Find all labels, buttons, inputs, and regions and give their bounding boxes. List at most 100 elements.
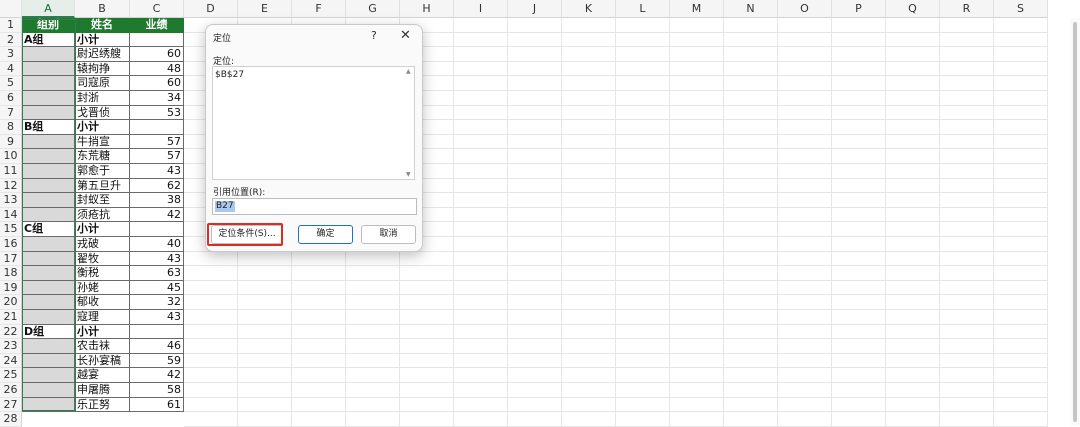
cell[interactable] [832, 47, 886, 62]
cell[interactable] [670, 368, 724, 383]
score-cell[interactable]: 48 [130, 61, 184, 77]
name-cell[interactable]: 封蚁至 [75, 193, 130, 208]
column-header-n[interactable]: N [724, 0, 778, 18]
cell[interactable] [562, 18, 616, 33]
row-header-1[interactable]: 1 [0, 18, 22, 33]
cell[interactable] [616, 339, 670, 354]
score-cell[interactable]: 34 [130, 91, 184, 106]
cell[interactable] [670, 178, 724, 194]
cell[interactable] [832, 178, 886, 194]
cell[interactable] [346, 412, 400, 427]
cell[interactable] [994, 91, 1048, 106]
cell[interactable] [616, 91, 670, 106]
row-header-5[interactable]: 5 [0, 76, 22, 91]
close-icon[interactable]: ✕ [400, 28, 411, 43]
row-header-15[interactable]: 15 [0, 222, 22, 237]
cell[interactable] [562, 193, 616, 208]
cell[interactable] [724, 222, 778, 237]
cell[interactable] [346, 339, 400, 354]
select-all-corner[interactable] [0, 0, 22, 18]
cell[interactable] [832, 353, 886, 369]
cell[interactable] [616, 368, 670, 383]
cell[interactable] [508, 353, 562, 369]
column-header-m[interactable]: M [670, 0, 724, 18]
row-header-2[interactable]: 2 [0, 32, 22, 48]
cell[interactable] [238, 412, 292, 427]
cell[interactable] [886, 280, 940, 296]
name-cell[interactable]: 长孙宴稿 [75, 353, 130, 369]
cell[interactable] [238, 324, 292, 340]
cell[interactable] [346, 397, 400, 413]
cell[interactable] [238, 310, 292, 325]
cell[interactable] [184, 280, 238, 296]
cell[interactable] [616, 310, 670, 325]
cell[interactable] [994, 164, 1048, 179]
cell[interactable] [832, 32, 886, 48]
cell[interactable] [778, 193, 832, 208]
row-header-26[interactable]: 26 [0, 383, 22, 398]
cell[interactable] [562, 368, 616, 383]
cell[interactable] [616, 397, 670, 413]
cell[interactable] [670, 397, 724, 413]
cell[interactable] [454, 91, 508, 106]
cell[interactable] [832, 120, 886, 135]
cell[interactable] [940, 324, 994, 340]
table-header-cell[interactable]: 组别 [22, 18, 75, 33]
cell[interactable] [886, 222, 940, 237]
name-cell[interactable]: 尉迟绣艘 [75, 47, 130, 62]
cell[interactable] [940, 222, 994, 237]
cell[interactable] [886, 32, 940, 48]
cell[interactable] [724, 266, 778, 281]
cell[interactable] [670, 324, 724, 340]
cell[interactable] [832, 251, 886, 267]
cell[interactable] [670, 32, 724, 48]
row-header-27[interactable]: 27 [0, 397, 22, 413]
score-cell[interactable]: 58 [130, 383, 184, 398]
cell[interactable] [940, 266, 994, 281]
score-cell[interactable]: 60 [130, 76, 184, 91]
cell[interactable] [994, 207, 1048, 223]
cell[interactable] [238, 295, 292, 310]
cell[interactable] [616, 178, 670, 194]
cell[interactable] [940, 280, 994, 296]
group-cell[interactable]: C组 [22, 222, 75, 237]
cell[interactable] [508, 324, 562, 340]
cell[interactable] [346, 280, 400, 296]
score-cell[interactable]: 43 [130, 251, 184, 267]
group-cell[interactable] [22, 397, 75, 413]
name-cell[interactable]: 申屠腾 [75, 383, 130, 398]
goto-listbox[interactable]: $B$27 ▲ ▼ [212, 66, 415, 180]
row-header-13[interactable]: 13 [0, 193, 22, 208]
row-header-25[interactable]: 25 [0, 368, 22, 383]
cell[interactable] [346, 324, 400, 340]
cell[interactable] [562, 295, 616, 310]
cell[interactable] [670, 310, 724, 325]
cell[interactable] [778, 32, 832, 48]
column-header-i[interactable]: I [454, 0, 508, 18]
cell[interactable] [616, 207, 670, 223]
column-header-p[interactable]: P [832, 0, 886, 18]
cell[interactable] [184, 251, 238, 267]
cell[interactable] [724, 18, 778, 33]
cell[interactable] [508, 120, 562, 135]
cell[interactable] [994, 266, 1048, 281]
score-cell[interactable]: 40 [130, 237, 184, 252]
cell[interactable] [508, 383, 562, 398]
cell[interactable] [940, 47, 994, 62]
row-header-9[interactable]: 9 [0, 134, 22, 150]
cell[interactable] [724, 412, 778, 427]
cell[interactable] [400, 412, 454, 427]
cell[interactable] [508, 105, 562, 121]
row-header-22[interactable]: 22 [0, 324, 22, 340]
cell[interactable] [940, 397, 994, 413]
cell[interactable] [832, 207, 886, 223]
cell[interactable] [616, 295, 670, 310]
cell[interactable] [994, 120, 1048, 135]
cell[interactable] [832, 310, 886, 325]
cell[interactable] [238, 251, 292, 267]
ok-button[interactable]: 确定 [298, 225, 353, 244]
cell[interactable] [724, 193, 778, 208]
cell[interactable] [724, 32, 778, 48]
score-cell[interactable] [130, 120, 184, 135]
cell[interactable] [994, 412, 1048, 427]
